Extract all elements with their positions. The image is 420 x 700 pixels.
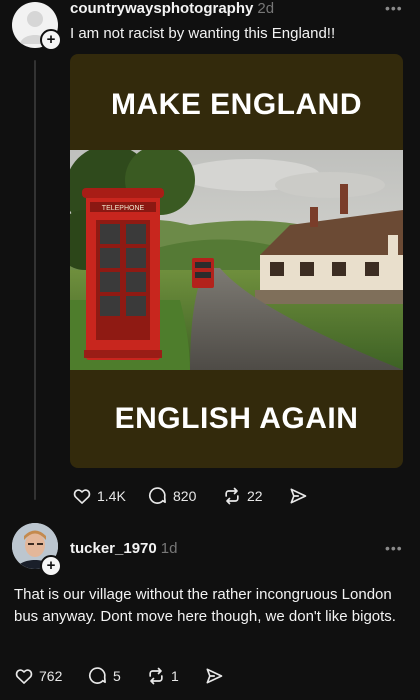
thread-line xyxy=(34,60,36,500)
reply-repost-count: 1 xyxy=(171,668,179,684)
image-headline-top: MAKE ENGLAND xyxy=(111,88,362,121)
reply-like-count: 762 xyxy=(39,668,63,684)
heart-icon xyxy=(15,669,33,684)
post-time: 2d xyxy=(257,0,275,17)
village-photo: TELEPHONE xyxy=(70,150,403,370)
reply-time: 1d xyxy=(160,540,178,557)
reply-comment-button[interactable]: 5 xyxy=(88,666,121,686)
comment-icon xyxy=(148,487,166,504)
post-like-button[interactable]: 1.4K xyxy=(72,486,126,506)
reply-more-icon[interactable]: ••• xyxy=(385,540,403,556)
post-repost-button[interactable]: 22 xyxy=(222,486,263,506)
post-like-count: 1.4K xyxy=(97,488,126,504)
reply-share-button[interactable] xyxy=(204,666,224,686)
post-more-icon[interactable]: ••• xyxy=(385,0,403,16)
post-comment-count: 820 xyxy=(173,488,197,504)
post-image[interactable]: MAKE ENGLAND TELEPHONE ENGLISH AGAIN xyxy=(70,54,403,468)
comment-icon xyxy=(88,667,106,684)
repost-icon xyxy=(225,487,239,505)
post-comment-button[interactable]: 820 xyxy=(148,486,196,506)
image-headline-bottom: ENGLISH AGAIN xyxy=(114,402,359,435)
post-share-button[interactable] xyxy=(288,486,308,506)
reply-username[interactable]: tucker_1970 xyxy=(70,540,157,557)
post-text: I am not racist by wanting this England!… xyxy=(70,25,336,42)
post-username[interactable]: countrywaysphotography xyxy=(70,0,253,17)
repost-icon xyxy=(149,667,163,685)
reply-text: That is our village without the rather i… xyxy=(14,586,396,625)
post-header: countrywaysphotography 2d xyxy=(70,0,274,18)
follow-plus-icon[interactable]: + xyxy=(40,29,62,51)
share-icon xyxy=(206,668,223,684)
svg-text:TELEPHONE: TELEPHONE xyxy=(102,205,145,212)
share-icon xyxy=(290,488,307,504)
reply-like-button[interactable]: 762 xyxy=(14,666,62,686)
reply-comment-count: 5 xyxy=(113,668,121,684)
reply-header: tucker_1970 1d xyxy=(70,540,177,558)
reply-follow-plus-icon[interactable]: + xyxy=(40,555,62,577)
heart-icon xyxy=(73,489,91,504)
post-repost-count: 22 xyxy=(247,488,263,504)
reply-repost-button[interactable]: 1 xyxy=(146,666,179,686)
